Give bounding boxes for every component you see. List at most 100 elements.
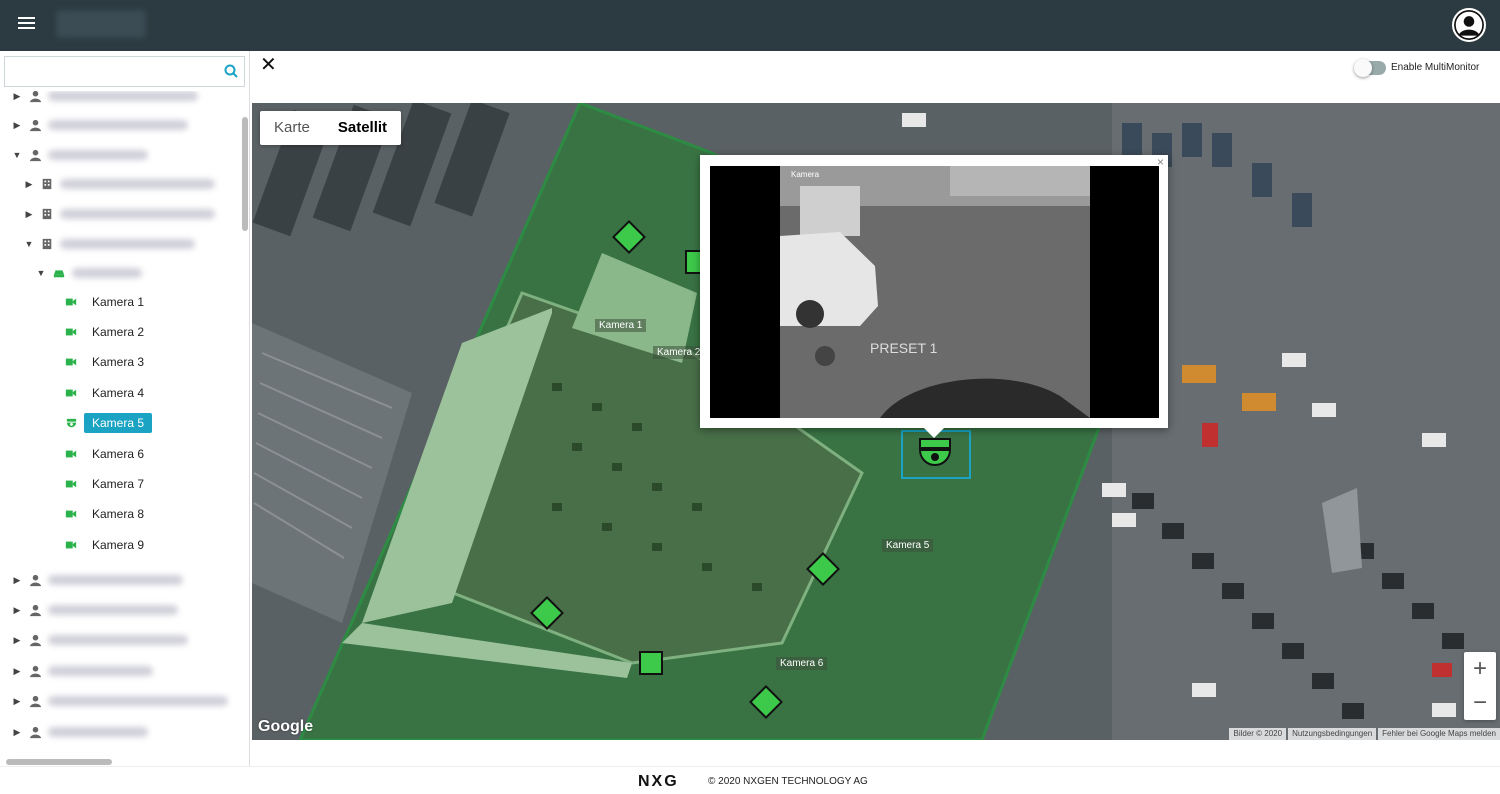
tree-row-user[interactable]: ▶ — [12, 597, 240, 623]
tree-row-user[interactable]: ▶ — [12, 688, 240, 714]
user-icon — [28, 725, 42, 739]
map-camera-label: Kamera 1 — [595, 319, 647, 332]
map-type-control: Karte Satellit — [260, 111, 402, 145]
caret-right-icon[interactable]: ▶ — [24, 209, 34, 220]
caret-down-icon[interactable]: ▼ — [12, 150, 22, 160]
caret-right-icon[interactable]: ▶ — [12, 666, 22, 677]
attribution-imagery: Bilder © 2020 — [1229, 728, 1287, 740]
camera-label-selected[interactable]: Kamera 5 — [84, 413, 153, 433]
dome-camera-icon — [64, 416, 78, 430]
tree-row-camera[interactable]: Kamera 4 — [58, 380, 240, 406]
multimonitor-label: Enable MultiMonitor — [1391, 62, 1480, 73]
tree-row-camera[interactable]: Kamera 2 — [58, 319, 240, 345]
caret-right-icon[interactable]: ▶ — [12, 635, 22, 646]
tree-row-user[interactable]: ▶ — [12, 719, 240, 745]
user-icon — [28, 148, 42, 162]
horizontal-scrollbar[interactable] — [6, 759, 112, 765]
camera-video-feed[interactable]: Kamera PRESET 1 — [710, 166, 1159, 418]
camera-label[interactable]: Kamera 7 — [84, 474, 152, 494]
blurred-label — [48, 605, 178, 615]
zoom-control: + − — [1464, 652, 1496, 720]
footer-copyright: © 2020 NXGEN TECHNOLOGY AG — [708, 776, 868, 787]
user-icon — [28, 603, 42, 617]
blurred-label — [72, 268, 142, 278]
camera-label[interactable]: Kamera 1 — [84, 292, 152, 312]
blurred-label — [48, 696, 228, 706]
building-icon — [40, 207, 54, 221]
tree-row-user[interactable]: ▶ — [12, 627, 240, 653]
top-bar — [0, 0, 1500, 51]
hamburger-menu-icon[interactable] — [18, 14, 40, 36]
toggle-knob — [1354, 59, 1372, 77]
tree-row-user-expanded[interactable]: ▼ — [12, 142, 240, 168]
vertical-scrollbar[interactable] — [242, 117, 248, 231]
map-type-satellit-button[interactable]: Satellit — [324, 111, 401, 145]
brand-logo — [56, 10, 146, 38]
caret-right-icon[interactable]: ▶ — [24, 179, 34, 190]
search-box — [4, 56, 245, 87]
tree-row-site[interactable]: ▶ — [24, 171, 240, 197]
caret-down-icon[interactable]: ▼ — [36, 268, 46, 278]
tree-row-camera[interactable]: Kamera 6 — [58, 441, 240, 467]
tree-row-site-expanded[interactable]: ▼ — [24, 231, 240, 257]
video-camera-icon — [64, 447, 78, 461]
camera-label[interactable]: Kamera 6 — [84, 444, 152, 464]
zoom-out-button[interactable]: − — [1464, 686, 1496, 720]
user-icon — [28, 118, 42, 132]
zoom-in-button[interactable]: + — [1464, 652, 1496, 686]
blurred-label — [48, 150, 148, 160]
camera-label[interactable]: Kamera 8 — [84, 504, 152, 524]
multimonitor-toggle[interactable] — [1354, 59, 1386, 77]
attribution-terms-link[interactable]: Nutzungsbedingungen — [1288, 728, 1377, 740]
user-icon — [28, 694, 42, 708]
camera-label[interactable]: Kamera 3 — [84, 352, 152, 372]
tree-row-camera[interactable]: Kamera 3 — [58, 349, 240, 375]
video-camera-icon — [64, 386, 78, 400]
caret-right-icon[interactable]: ▶ — [12, 696, 22, 707]
camera-label[interactable]: Kamera 2 — [84, 322, 152, 342]
caret-right-icon[interactable]: ▶ — [12, 727, 22, 738]
tree-row-site[interactable]: ▶ — [24, 201, 240, 227]
attribution-report-link[interactable]: Fehler bei Google Maps melden — [1378, 728, 1500, 740]
close-map-icon[interactable]: ✕ — [260, 55, 278, 75]
video-camera-icon — [64, 507, 78, 521]
tree-row-user[interactable]: ▶ — [12, 112, 240, 138]
tree-row-camera[interactable]: Kamera 9 — [58, 532, 240, 558]
tree-row-user[interactable]: ▶ — [12, 658, 240, 684]
video-camera-icon — [64, 538, 78, 552]
caret-right-icon[interactable]: ▶ — [12, 91, 22, 102]
user-icon — [28, 633, 42, 647]
footer: NXG © 2020 NXGEN TECHNOLOGY AG — [0, 766, 1500, 794]
map-type-karte-button[interactable]: Karte — [260, 111, 324, 145]
blurred-label — [60, 209, 215, 219]
building-icon — [40, 237, 54, 251]
search-input[interactable] — [5, 57, 215, 86]
camera-label[interactable]: Kamera 9 — [84, 535, 152, 555]
blurred-label — [48, 575, 183, 585]
camera-preview-popup: × Kamera PRESET 1 — [700, 155, 1168, 428]
tree-row-recorder-expanded[interactable]: ▼ — [36, 260, 240, 286]
google-logo: Google — [258, 718, 314, 735]
video-camera-icon — [64, 477, 78, 491]
camera-label[interactable]: Kamera 4 — [84, 383, 152, 403]
map-attribution: Bilder © 2020 Nutzungsbedingungen Fehler… — [1227, 728, 1500, 740]
caret-right-icon[interactable]: ▶ — [12, 120, 22, 131]
tree-row-camera[interactable]: Kamera 7 — [58, 471, 240, 497]
caret-right-icon[interactable]: ▶ — [12, 605, 22, 616]
user-avatar-icon[interactable] — [1452, 8, 1486, 42]
map-camera-label: Kamera 2 — [653, 346, 705, 359]
caret-down-icon[interactable]: ▼ — [24, 239, 34, 249]
tree-row-user[interactable]: ▶ — [12, 91, 240, 109]
dome-camera-marker[interactable] — [918, 438, 952, 466]
video-camera-icon — [64, 355, 78, 369]
user-icon — [28, 664, 42, 678]
search-icon[interactable] — [224, 64, 238, 78]
tree-row-camera[interactable]: Kamera 8 — [58, 501, 240, 527]
tree-row-user[interactable]: ▶ — [12, 567, 240, 593]
tree-row-camera[interactable]: Kamera 1 — [58, 289, 240, 315]
blurred-label — [48, 635, 188, 645]
tree-row-camera-selected[interactable]: Kamera 5 — [58, 410, 240, 436]
caret-right-icon[interactable]: ▶ — [12, 575, 22, 586]
building-icon — [40, 177, 54, 191]
blurred-label — [60, 239, 195, 249]
